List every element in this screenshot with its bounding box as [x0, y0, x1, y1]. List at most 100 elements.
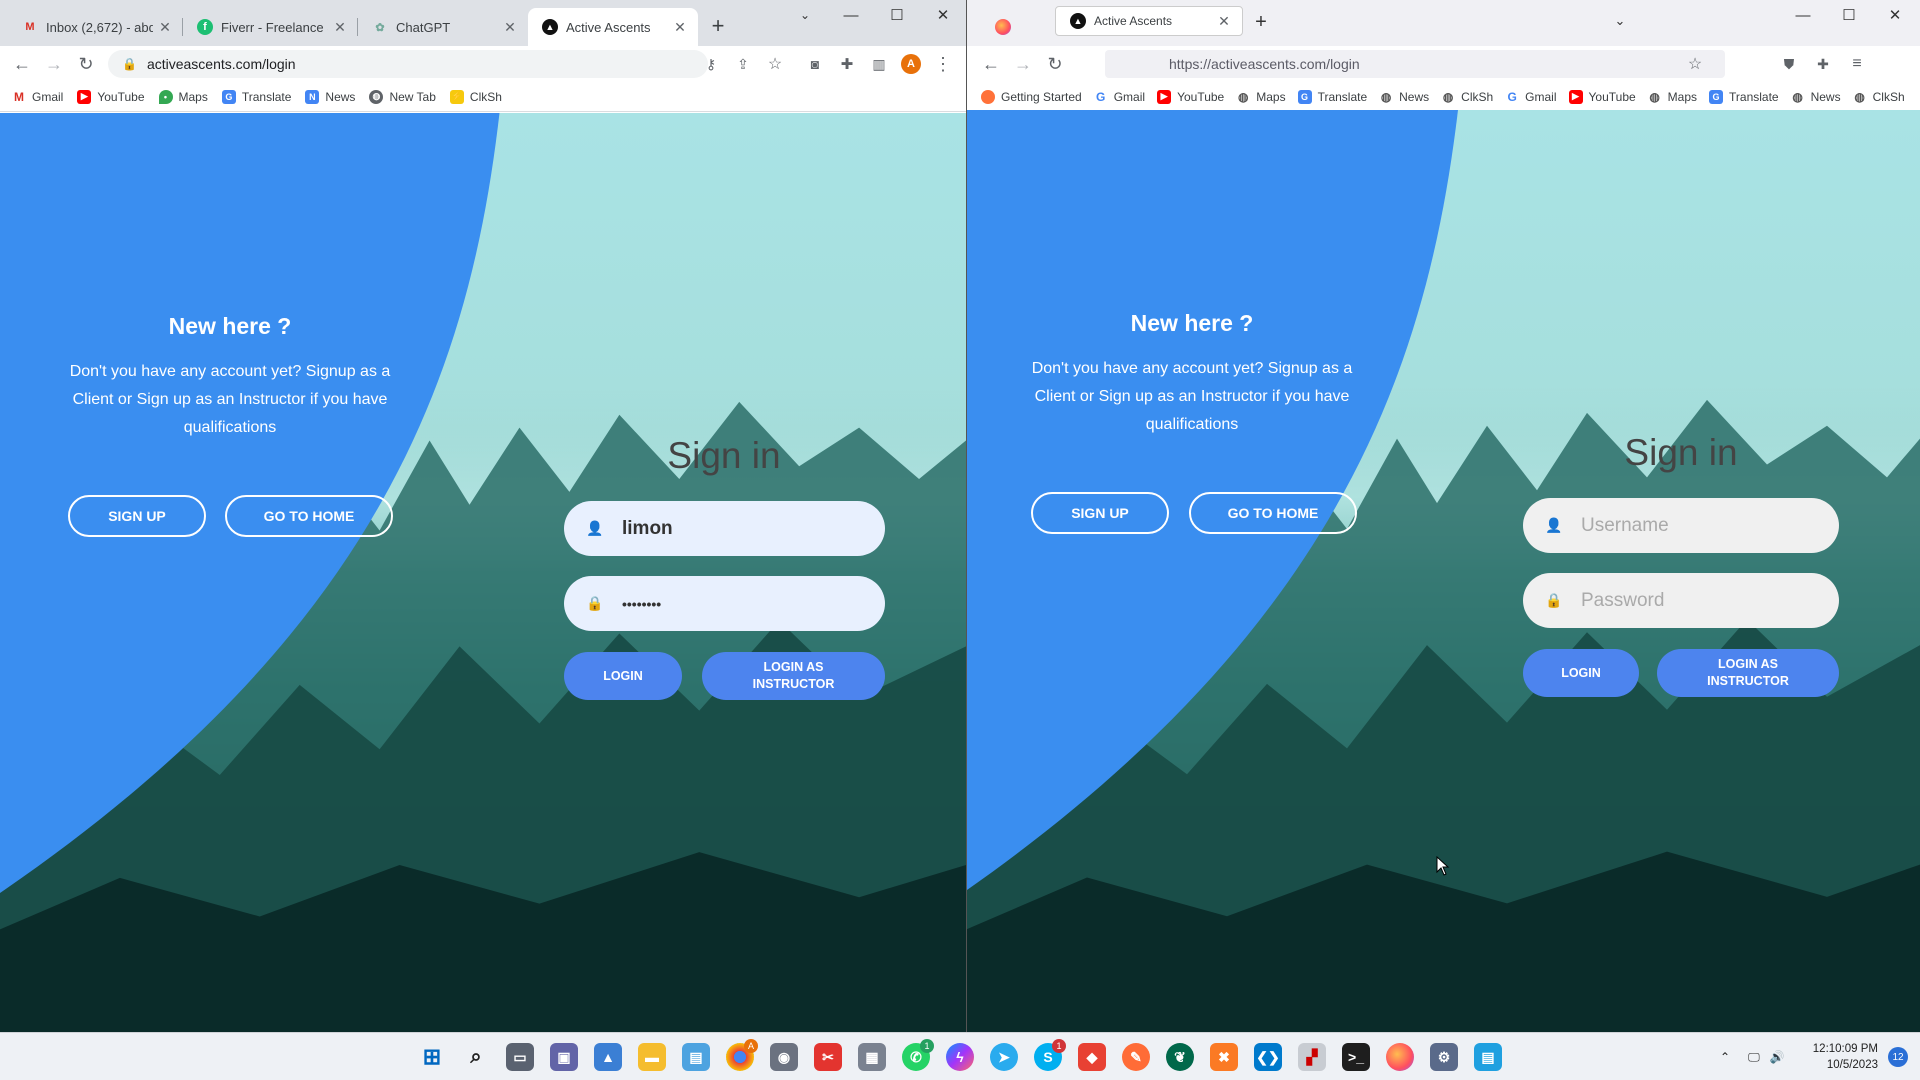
firefox-taskbar-icon[interactable] — [1386, 1043, 1414, 1071]
login-button[interactable]: LOGIN — [1523, 649, 1639, 697]
forward-icon[interactable]: → — [1009, 50, 1037, 78]
tab-active-ascents[interactable]: ▲ Active Ascents ✕ — [528, 8, 698, 46]
list-all-tabs-icon[interactable]: ⌄ — [1597, 6, 1643, 36]
username-field[interactable]: 👤 Username — [1523, 498, 1839, 553]
bookmark-youtube[interactable]: ▶ YouTube — [77, 89, 145, 104]
tab-active-ascents[interactable]: ▲ Active Ascents ✕ — [1055, 6, 1243, 36]
minimize-button[interactable]: — — [1780, 0, 1826, 30]
bookmark-clksh[interactable]: ◍ ClkSh — [1441, 90, 1493, 104]
sign-up-button[interactable]: SIGN UP — [68, 495, 206, 537]
terminal-icon[interactable]: >_ — [1342, 1043, 1370, 1071]
clock[interactable]: 12:10:09 PM 10/5/2023 — [1813, 1041, 1878, 1073]
bookmark-getting-started[interactable]: Getting Started — [981, 89, 1082, 104]
tab-search-icon[interactable]: ⌄ — [782, 0, 828, 30]
vscode-icon[interactable]: ❮❯ — [1254, 1043, 1282, 1071]
new-tab-button[interactable]: + — [704, 12, 732, 40]
bookmark-star-icon[interactable]: ☆ — [761, 50, 789, 78]
login-as-instructor-button[interactable]: LOGIN AS INSTRUCTOR — [702, 652, 885, 700]
password-field[interactable]: 🔒 •••••••• — [564, 576, 885, 631]
key-icon[interactable]: ⚷ — [697, 50, 725, 78]
tab-firefox[interactable] — [975, 8, 1031, 46]
bookmark-maps[interactable]: ◍ Maps — [1236, 90, 1286, 104]
bookmark-youtube[interactable]: ▶ YouTube — [1157, 89, 1224, 104]
task-view-icon[interactable]: ▭ — [506, 1043, 534, 1071]
bookmark-news-2[interactable]: ◍ News — [1791, 90, 1840, 104]
pocket-icon[interactable]: ⛊ — [1775, 50, 1803, 78]
xampp-icon[interactable]: ✖ — [1210, 1043, 1238, 1071]
bookmark-star-icon[interactable]: ☆ — [1681, 50, 1709, 78]
new-tab-button[interactable]: + — [1247, 8, 1275, 36]
messenger-icon[interactable]: ϟ — [946, 1043, 974, 1071]
chevron-up-icon[interactable]: ⌃ — [1720, 1050, 1730, 1064]
forward-icon[interactable]: → — [40, 50, 68, 78]
address-bar[interactable]: https://activeascents.com/login — [1105, 50, 1725, 78]
teams-icon[interactable]: ▣ — [550, 1043, 578, 1071]
minimize-button[interactable]: — — [828, 0, 874, 30]
remote-desktop-icon[interactable]: ▤ — [682, 1043, 710, 1071]
go-to-home-button[interactable]: GO TO HOME — [1189, 492, 1357, 534]
notepad-icon[interactable]: ▤ — [1474, 1043, 1502, 1071]
close-tab-icon[interactable]: ✕ — [1212, 13, 1236, 30]
telegram-icon[interactable]: ➤ — [990, 1043, 1018, 1071]
close-tab-icon[interactable]: ✕ — [668, 19, 692, 36]
tab-fiverr[interactable]: f Fiverr - Freelance Se ✕ — [183, 8, 358, 46]
photos-icon[interactable]: ▲ — [594, 1043, 622, 1071]
maximize-button[interactable]: ☐ — [874, 0, 920, 30]
camera-icon[interactable]: ◙ — [801, 50, 829, 78]
bookmark-youtube-2[interactable]: ▶ YouTube — [1568, 89, 1636, 104]
snipping-tool-icon[interactable]: ✂ — [814, 1043, 842, 1071]
camera-app-icon[interactable]: ◉ — [770, 1043, 798, 1071]
back-icon[interactable]: ← — [8, 50, 36, 78]
postman-icon[interactable]: ✎ — [1122, 1043, 1150, 1071]
menu-icon[interactable]: ≡ — [1843, 50, 1871, 78]
bookmark-news[interactable]: N News — [305, 89, 355, 104]
password-field[interactable]: 🔒 Password — [1523, 573, 1839, 628]
start-icon[interactable]: ⊞ — [418, 1043, 446, 1071]
maximize-button[interactable]: ☐ — [1826, 0, 1872, 30]
network-icon[interactable]: 🖵 — [1748, 1050, 1760, 1065]
bookmark-new-tab[interactable]: ◍ New Tab — [369, 89, 436, 104]
anydesk-icon[interactable]: ◆ — [1078, 1043, 1106, 1071]
address-bar[interactable]: 🔒 activeascents.com/login — [108, 50, 708, 78]
tab-gmail[interactable]: M Inbox (2,672) - abd ✕ — [8, 8, 183, 46]
back-icon[interactable]: ← — [977, 50, 1005, 78]
file-explorer-icon[interactable]: ▬ — [638, 1043, 666, 1071]
extensions-icon[interactable]: ✚ — [833, 50, 861, 78]
side-panel-icon[interactable]: ▥ — [865, 50, 893, 78]
bookmark-clksh[interactable]: ⚡ ClkSh — [449, 89, 502, 104]
calculator-icon[interactable]: ▦ — [858, 1043, 886, 1071]
bookmark-clksh-2[interactable]: ◍ ClkSh — [1853, 90, 1904, 104]
username-field[interactable]: 👤 limon — [564, 501, 885, 556]
login-button[interactable]: LOGIN — [564, 652, 682, 700]
bookmark-gmail-2[interactable]: G Gmail — [1505, 90, 1557, 104]
close-tab-icon[interactable]: ✕ — [498, 19, 522, 36]
reload-icon[interactable]: ↻ — [1041, 50, 1069, 78]
close-tab-icon[interactable]: ✕ — [153, 19, 177, 36]
reload-icon[interactable]: ↻ — [72, 50, 100, 78]
bookmark-maps[interactable]: • Maps — [158, 89, 208, 104]
bookmark-translate-2[interactable]: G Translate — [1709, 89, 1779, 104]
share-icon[interactable]: ⇪ — [729, 50, 757, 78]
extensions-icon[interactable]: ✚ — [1809, 50, 1837, 78]
bookmark-gmail[interactable]: G Gmail — [1094, 90, 1145, 104]
tab-chatgpt[interactable]: ✿ ChatGPT ✕ — [358, 8, 528, 46]
go-to-home-button[interactable]: GO TO HOME — [225, 495, 393, 537]
bookmark-maps-2[interactable]: ◍ Maps — [1648, 90, 1697, 104]
network-app-icon[interactable]: ⚙ — [1430, 1043, 1458, 1071]
sign-up-button[interactable]: SIGN UP — [1031, 492, 1169, 534]
bookmark-translate[interactable]: G Translate — [1297, 89, 1367, 104]
login-as-instructor-button[interactable]: LOGIN AS INSTRUCTOR — [1657, 649, 1839, 697]
bookmark-translate[interactable]: G Translate — [221, 89, 291, 104]
menu-icon[interactable]: ⋮ — [929, 50, 957, 78]
close-tab-icon[interactable]: ✕ — [328, 19, 352, 36]
close-window-button[interactable]: ✕ — [920, 0, 966, 30]
notification-badge[interactable]: 12 — [1888, 1047, 1908, 1067]
bookmark-gmail[interactable]: M Gmail — [12, 90, 63, 104]
search-icon[interactable]: ⌕ — [462, 1043, 490, 1071]
bookmark-news[interactable]: ◍ News — [1379, 90, 1429, 104]
close-window-button[interactable]: ✕ — [1872, 0, 1918, 30]
profile-avatar[interactable]: A — [897, 50, 925, 78]
snip-tool-icon[interactable]: ▞ — [1298, 1043, 1326, 1071]
mongodb-icon[interactable]: ❦ — [1166, 1043, 1194, 1071]
volume-icon[interactable]: 🔊 — [1770, 1050, 1785, 1064]
